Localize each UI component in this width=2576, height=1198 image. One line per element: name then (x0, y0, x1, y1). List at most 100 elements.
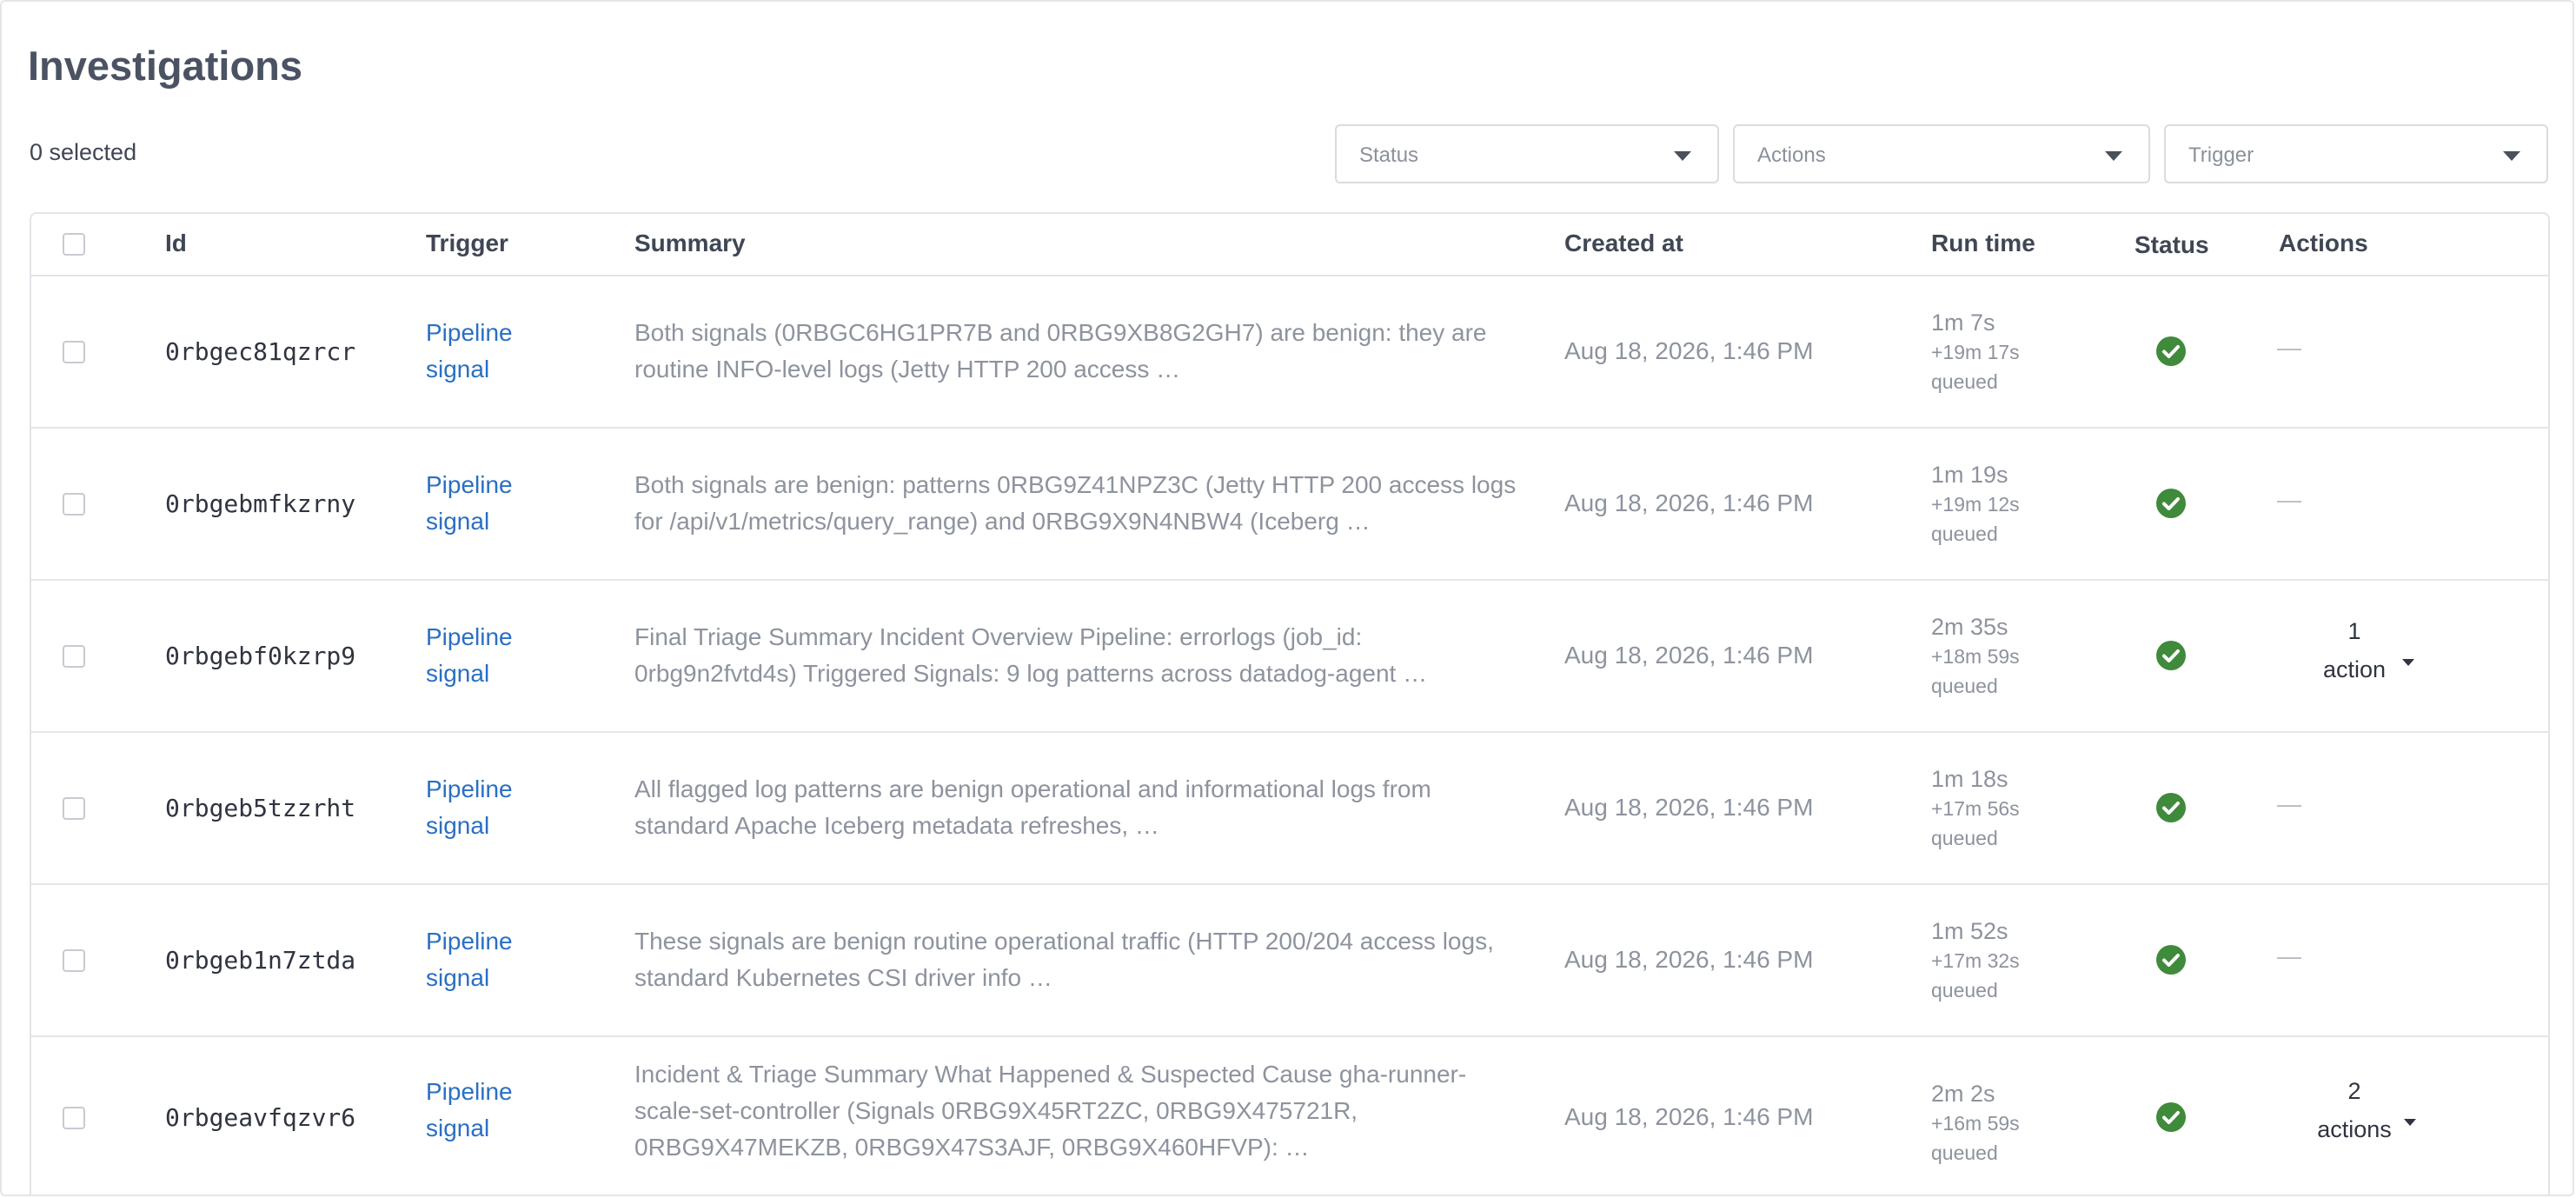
trigger-filter-dropdown[interactable]: Trigger (2164, 124, 2548, 183)
investigation-id[interactable]: 0rbgec81qzrcr (165, 337, 355, 366)
row-checkbox[interactable] (63, 797, 85, 820)
column-header-created-at[interactable]: Created at (1564, 230, 1683, 257)
column-header-summary[interactable]: Summary (634, 230, 746, 257)
table-row[interactable]: 0rbgebf0kzrp9 Pipeline signal Final Tria… (31, 581, 2548, 733)
table-row[interactable]: 0rbgeavfqzvr6 Pipeline signal Incident &… (31, 1037, 2548, 1195)
no-actions-dash: — (2277, 486, 2301, 513)
caret-down-icon (2402, 659, 2414, 666)
actions-dropdown-button[interactable]: 1 action (2289, 612, 2420, 689)
status-cell (2155, 488, 2187, 523)
run-time: 1m 19s +19m 12s queued (1931, 460, 2020, 549)
trigger-link[interactable]: Pipeline signal (426, 923, 548, 996)
investigations-panel: Investigations 0 selected Status Actions… (0, 0, 2574, 1196)
trigger-link[interactable]: Pipeline signal (426, 771, 548, 844)
queued-delay: +19m 17s (1931, 341, 2020, 363)
run-time: 2m 35s +18m 59s queued (1931, 612, 2020, 701)
created-at: Aug 18, 2026, 1:46 PM (1564, 489, 1814, 516)
summary-text: Both signals (0RBGC6HG1PR7B and 0RBG9XB8… (634, 319, 1487, 383)
actions-count: 1 (2347, 618, 2361, 644)
column-header-id[interactable]: Id (165, 230, 187, 257)
summary-text: Final Triage Summary Incident Overview P… (634, 623, 1428, 687)
status-filter-dropdown[interactable]: Status (1335, 124, 1719, 183)
no-actions-dash: — (2277, 334, 2301, 361)
status-cell (2155, 792, 2187, 828)
no-actions-dash: — (2277, 790, 2301, 817)
row-checkbox[interactable] (63, 1107, 85, 1129)
select-all-checkbox[interactable] (63, 233, 85, 256)
run-time: 1m 7s +19m 17s queued (1931, 308, 2020, 396)
check-circle-icon (2156, 489, 2186, 518)
column-header-status[interactable]: Status (2134, 231, 2209, 259)
summary-text: Incident & Triage Summary What Happened … (634, 1061, 1467, 1161)
run-time: 1m 52s +17m 32s queued (1931, 916, 2020, 1005)
trigger-filter-placeholder: Trigger (2188, 143, 2254, 167)
actions-label: actions (2317, 1116, 2392, 1142)
investigation-id[interactable]: 0rbgebmfkzrny (165, 489, 355, 518)
run-time: 2m 2s +16m 59s queued (1931, 1079, 2020, 1168)
queued-delay: +18m 59s (1931, 645, 2020, 668)
table-header: Id Trigger Summary Created at Run time S… (31, 214, 2548, 276)
trigger-link[interactable]: Pipeline signal (426, 315, 548, 388)
run-duration: 1m 19s (1931, 462, 2008, 488)
created-at: Aug 18, 2026, 1:46 PM (1564, 794, 1814, 821)
investigation-id[interactable]: 0rbgeavfqzvr6 (165, 1103, 355, 1132)
queued-label: queued (1931, 979, 1998, 1002)
table-row[interactable]: 0rbgec81qzrcr Pipeline signal Both signa… (31, 276, 2548, 429)
queued-label: queued (1931, 675, 1998, 697)
column-header-run-time[interactable]: Run time (1931, 230, 2035, 257)
row-checkbox[interactable] (63, 645, 85, 668)
summary-text: Both signals are benign: patterns 0RBG9Z… (634, 471, 1517, 535)
created-at: Aug 18, 2026, 1:46 PM (1564, 642, 1814, 669)
chevron-down-icon (2105, 151, 2122, 161)
created-at: Aug 18, 2026, 1:46 PM (1564, 946, 1814, 973)
summary-text: These signals are benign routine operati… (634, 928, 1494, 991)
actions-filter-dropdown[interactable]: Actions (1733, 124, 2150, 183)
chevron-down-icon (2503, 151, 2520, 161)
summary-text: All flagged log patterns are benign oper… (634, 775, 1431, 839)
caret-down-icon (2404, 1119, 2416, 1126)
queued-label: queued (1931, 370, 1998, 393)
trigger-link[interactable]: Pipeline signal (426, 467, 548, 540)
actions-dropdown-button[interactable]: 2 actions (2289, 1072, 2420, 1148)
check-circle-icon (2156, 1102, 2186, 1132)
row-checkbox[interactable] (63, 949, 85, 972)
column-header-actions[interactable]: Actions (2279, 230, 2368, 257)
check-circle-icon (2156, 793, 2186, 822)
created-at: Aug 18, 2026, 1:46 PM (1564, 337, 1814, 364)
trigger-link[interactable]: Pipeline signal (426, 619, 548, 692)
selection-count: 0 selected (30, 139, 137, 165)
check-circle-icon (2156, 641, 2186, 670)
queued-delay: +17m 56s (1931, 797, 2020, 820)
column-header-trigger[interactable]: Trigger (426, 230, 508, 257)
actions-label: action (2322, 656, 2387, 682)
trigger-link[interactable]: Pipeline signal (426, 1074, 548, 1147)
run-duration: 1m 7s (1931, 309, 1995, 336)
run-time: 1m 18s +17m 56s queued (1931, 764, 2020, 853)
row-checkbox[interactable] (63, 341, 85, 363)
run-duration: 2m 35s (1931, 614, 2008, 640)
investigations-table: Id Trigger Summary Created at Run time S… (30, 212, 2550, 1195)
table-row[interactable]: 0rbgeb1n7ztda Pipeline signal These sign… (31, 885, 2548, 1037)
run-duration: 1m 18s (1931, 766, 2008, 792)
status-cell (2155, 1101, 2187, 1137)
status-cell (2155, 336, 2187, 371)
created-at: Aug 18, 2026, 1:46 PM (1564, 1103, 1814, 1130)
investigation-id[interactable]: 0rbgeb5tzzrht (165, 794, 355, 822)
actions-count: 2 (2347, 1078, 2361, 1104)
investigation-id[interactable]: 0rbgeb1n7ztda (165, 946, 355, 975)
queued-label: queued (1931, 522, 1998, 545)
table-row[interactable]: 0rbgebmfkzrny Pipeline signal Both signa… (31, 429, 2548, 581)
check-circle-icon (2156, 945, 2186, 975)
row-checkbox[interactable] (63, 493, 85, 516)
actions-filter-placeholder: Actions (1757, 143, 1826, 167)
run-duration: 1m 52s (1931, 918, 2008, 944)
status-filter-placeholder: Status (1359, 143, 1419, 167)
table-row[interactable]: 0rbgeb5tzzrht Pipeline signal All flagge… (31, 733, 2548, 885)
queued-label: queued (1931, 827, 1998, 849)
status-cell (2155, 640, 2187, 676)
investigation-id[interactable]: 0rbgebf0kzrp9 (165, 642, 355, 670)
check-circle-icon (2156, 336, 2186, 366)
no-actions-dash: — (2277, 942, 2301, 969)
status-cell (2155, 944, 2187, 980)
queued-delay: +19m 12s (1931, 493, 2020, 516)
